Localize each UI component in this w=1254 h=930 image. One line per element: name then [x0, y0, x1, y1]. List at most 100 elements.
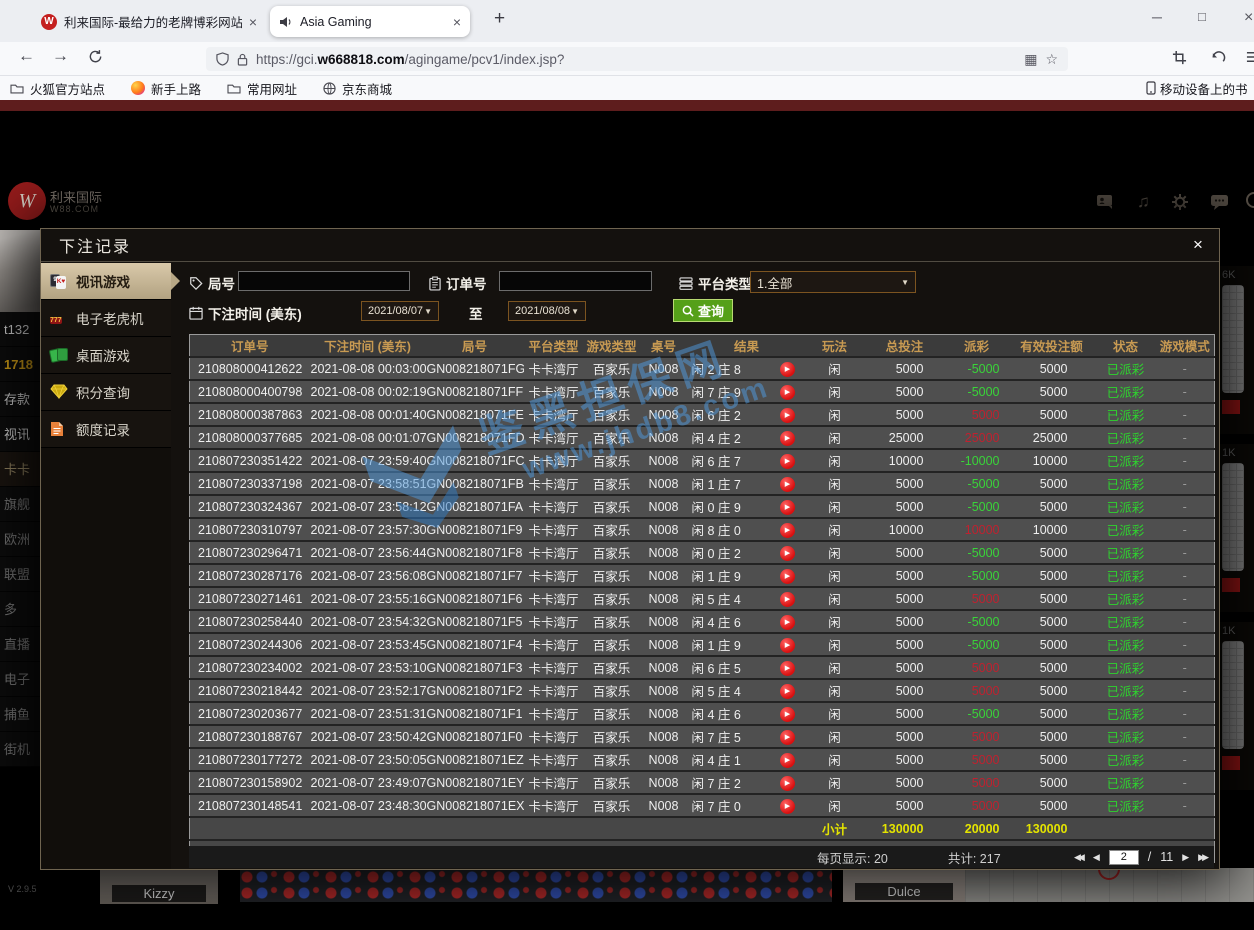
left-nav-item[interactable]: 存款	[0, 382, 40, 417]
replay-play-button[interactable]: ▶	[780, 684, 795, 699]
cell-table-no: N008	[640, 564, 688, 587]
tab-lilai[interactable]: W 利来国际-最给力的老牌博彩网站 ×	[32, 6, 266, 37]
left-nav-item[interactable]: 旗舰	[0, 487, 40, 522]
round-number-input[interactable]	[238, 271, 410, 291]
w88-logo[interactable]: W	[8, 182, 46, 220]
replay-play-button[interactable]: ▶	[780, 638, 795, 653]
replay-play-button[interactable]: ▶	[780, 730, 795, 745]
first-page-icon[interactable]: ◀◀	[1074, 852, 1082, 863]
tab-asia-gaming[interactable]: Asia Gaming ×	[270, 6, 470, 37]
sidebar-item-points-query[interactable]: 积分查询	[41, 374, 171, 411]
replay-play-button[interactable]: ▶	[780, 454, 795, 469]
left-nav-item[interactable]: 联盟	[0, 557, 40, 592]
replay-play-button[interactable]: ▶	[780, 799, 795, 814]
cell-total-bet: 5000	[864, 357, 946, 380]
music-icon[interactable]: ♫	[1137, 192, 1150, 212]
window-maximize-button[interactable]: □	[1198, 9, 1206, 24]
replay-play-button[interactable]: ▶	[780, 362, 795, 377]
bookmark-firefox-official[interactable]: 火狐官方站点	[10, 79, 105, 98]
replay-play-button[interactable]: ▶	[780, 615, 795, 630]
bookmark-getting-started[interactable]: 新手上路	[131, 79, 201, 98]
tab-close-icon[interactable]: ×	[453, 14, 461, 30]
left-nav-item[interactable]: 1718	[0, 347, 40, 382]
cell-method: 闲	[806, 771, 864, 794]
left-nav-item[interactable]: 视讯	[0, 417, 40, 452]
url-bar[interactable]: https://gci.w668818.com/agingame/pcv1/in…	[206, 47, 1068, 71]
back-button[interactable]: ←	[18, 46, 35, 66]
left-nav-item[interactable]: 街机	[0, 732, 40, 767]
cell-game-mode: -	[1156, 564, 1215, 587]
lock-icon[interactable]	[237, 53, 248, 66]
chat-icon[interactable]	[1210, 194, 1229, 210]
dealer-tile-dulce[interactable]: Dulce	[843, 868, 965, 902]
replay-play-button[interactable]: ▶	[780, 661, 795, 676]
screenshot-icon[interactable]	[1172, 50, 1187, 65]
undo-icon[interactable]	[1210, 50, 1226, 65]
game-tile-fragment[interactable]: 1K	[1218, 622, 1254, 790]
new-tab-button[interactable]: +	[494, 8, 505, 30]
replay-play-button[interactable]: ▶	[780, 500, 795, 515]
sidebar-item-credit-records[interactable]: 额度记录	[41, 411, 171, 448]
replay-play-button[interactable]: ▶	[780, 546, 795, 561]
speaker-icon[interactable]	[279, 15, 293, 29]
date-to-picker[interactable]: 2021/08/08 ▼	[508, 301, 586, 321]
cell-valid-bet: 5000	[1008, 702, 1096, 725]
modal-close-button[interactable]: ×	[1187, 234, 1209, 256]
replay-play-button[interactable]: ▶	[780, 592, 795, 607]
replay-play-button[interactable]: ▶	[780, 776, 795, 791]
sidebar-item-table-games[interactable]: 桌面游戏	[41, 337, 171, 374]
game-tile-fragment[interactable]: 6K	[1218, 266, 1254, 434]
cell-payout: -10000	[946, 449, 1008, 472]
order-number-input[interactable]	[499, 271, 652, 291]
replay-play-button[interactable]: ▶	[780, 431, 795, 446]
bookmarks-bar: 火狐官方站点 新手上路 常用网址 京东商城 移动设备上的书	[0, 76, 1254, 100]
game-tile-fragment[interactable]: 1K	[1218, 444, 1254, 612]
left-nav-item[interactable]: 卡卡	[0, 452, 40, 487]
platform-type-select[interactable]: 1.全部 ▼	[750, 271, 916, 293]
left-nav-item[interactable]: 捕鱼	[0, 697, 40, 732]
date-from-picker[interactable]: 2021/08/07 ▼	[361, 301, 439, 321]
page-input[interactable]	[1109, 850, 1139, 865]
forward-button[interactable]: →	[52, 46, 69, 66]
replay-play-button[interactable]: ▶	[780, 477, 795, 492]
table-row: 210808000400798 2021-08-08 00:02:19 GN00…	[190, 380, 1215, 403]
window-close-button[interactable]: ×	[1244, 9, 1253, 27]
replay-play-button[interactable]: ▶	[780, 385, 795, 400]
query-button[interactable]: 查询	[673, 299, 733, 322]
window-minimize-button[interactable]: ─	[1152, 9, 1162, 25]
replay-play-button[interactable]: ▶	[780, 523, 795, 538]
cell-game-type: 百家乐	[584, 357, 640, 380]
left-nav-item[interactable]: t132	[0, 312, 40, 347]
replay-play-button[interactable]: ▶	[780, 707, 795, 722]
left-nav-item[interactable]: 多	[0, 592, 40, 627]
col-table-no: 桌号	[640, 335, 688, 358]
left-nav-item[interactable]: 电子	[0, 662, 40, 697]
sidebar-item-slots[interactable]: 777 电子老虎机	[41, 300, 171, 337]
tab-close-icon[interactable]: ×	[249, 14, 257, 30]
contact-icon[interactable]	[1096, 194, 1116, 210]
bookmark-jd-mall[interactable]: 京东商城	[323, 79, 392, 98]
gear-icon[interactable]	[1171, 193, 1189, 211]
qr-code-icon[interactable]: ▦	[1024, 51, 1037, 68]
menu-icon[interactable]	[1246, 50, 1254, 64]
bookmark-mobile-device[interactable]: 移动设备上的书	[1146, 76, 1248, 100]
replay-play-button[interactable]: ▶	[780, 753, 795, 768]
bookmark-common-sites[interactable]: 常用网址	[227, 79, 297, 98]
replay-play-button[interactable]: ▶	[780, 569, 795, 584]
reload-button[interactable]	[88, 49, 103, 64]
cell-valid-bet: 5000	[1008, 564, 1096, 587]
left-nav-item[interactable]: 欧洲	[0, 522, 40, 557]
cell-bet-time: 2021-08-07 23:54:32	[310, 610, 426, 633]
dealer-tile-kizzy[interactable]: Kizzy	[100, 868, 218, 904]
sidebar-item-live-games[interactable]: 9K♥ 视讯游戏	[41, 263, 171, 300]
left-nav-item[interactable]: 直播	[0, 627, 40, 662]
replay-play-button[interactable]: ▶	[780, 408, 795, 423]
url-text[interactable]: https://gci.w668818.com/agingame/pcv1/in…	[256, 52, 1016, 67]
prev-page-icon[interactable]: ◀	[1093, 852, 1100, 863]
bookmark-star-icon[interactable]: ☆	[1045, 51, 1058, 68]
cell-game-mode: -	[1156, 748, 1215, 771]
shield-icon[interactable]	[216, 52, 229, 66]
last-page-icon[interactable]: ▶▶	[1198, 852, 1206, 863]
table-row: 210808000377685 2021-08-08 00:01:07 GN00…	[190, 426, 1215, 449]
next-page-icon[interactable]: ▶	[1182, 852, 1189, 863]
